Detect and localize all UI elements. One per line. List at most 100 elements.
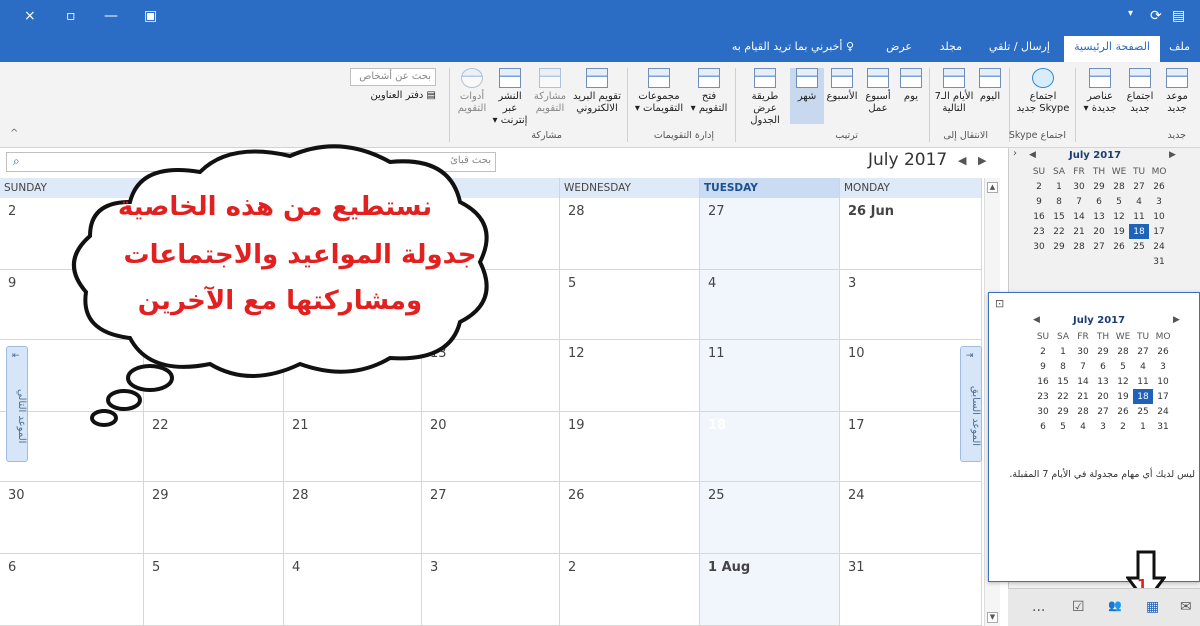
day-cell[interactable]: 24 [840, 482, 982, 554]
mini-day[interactable]: 29 [1053, 404, 1073, 419]
mini-day[interactable]: 13 [1093, 374, 1113, 389]
mini-day[interactable]: 16 [1033, 374, 1053, 389]
mini-day[interactable]: 24 [1153, 404, 1173, 419]
day-cell[interactable]: 4 [700, 270, 840, 340]
month-button[interactable]: شهر [790, 68, 824, 124]
mini-day[interactable]: 2 [1029, 179, 1049, 194]
new-appointment-button[interactable]: موعد جديد [1160, 68, 1194, 115]
day-cell[interactable]: 18 [700, 412, 840, 482]
day-cell[interactable]: 28 [560, 198, 700, 270]
collapse-ribbon-icon[interactable]: ^ [10, 128, 18, 139]
mini-next-icon[interactable]: ▶ [1169, 150, 1176, 160]
mini-prev-icon[interactable]: ◀ [1029, 150, 1036, 160]
day-cell[interactable]: 29 [144, 482, 284, 554]
mini-day[interactable]: 29 [1089, 179, 1109, 194]
mini-day[interactable]: 30 [1069, 179, 1089, 194]
scroll-down-icon[interactable]: ▼ [987, 612, 998, 623]
mini-day[interactable]: 28 [1069, 239, 1089, 254]
mini-day[interactable]: 29 [1093, 344, 1113, 359]
mini-day[interactable]: 4 [1133, 359, 1153, 374]
day-cell[interactable]: 19 [560, 412, 700, 482]
mini-day[interactable]: 23 [1029, 224, 1049, 239]
day-cell[interactable]: 28 [284, 482, 422, 554]
mini-day[interactable]: 3 [1149, 194, 1169, 209]
mini-day[interactable]: 12 [1113, 374, 1133, 389]
mini-day[interactable]: 25 [1129, 239, 1149, 254]
mini-day[interactable]: 2 [1033, 344, 1053, 359]
mini-day[interactable]: 5 [1113, 359, 1133, 374]
tab-send-receive[interactable]: إرسال / تلقي [989, 40, 1050, 53]
tab-view[interactable]: عرض [886, 40, 912, 53]
day-cell[interactable]: 27 [422, 482, 560, 554]
mini-day[interactable]: 23 [1033, 389, 1053, 404]
day-cell[interactable]: 5 [560, 270, 700, 340]
mini-day[interactable]: 17 [1149, 224, 1169, 239]
mini-day[interactable]: 12 [1109, 209, 1129, 224]
address-book-button[interactable]: ▤ دفتر العناوين [370, 90, 436, 101]
mini-day[interactable]: 10 [1149, 209, 1169, 224]
tab-file[interactable]: ملف [1169, 40, 1190, 53]
day-view-button[interactable]: يوم [896, 68, 926, 103]
previous-appointment-tab[interactable]: ⇥ الموعد السابق [960, 346, 982, 462]
new-skype-meeting-button[interactable]: اجتماع Skype جديد [1014, 68, 1072, 115]
mini-day[interactable]: 5 [1109, 194, 1129, 209]
calendar-icon[interactable]: ▦ [1146, 599, 1159, 615]
mini-day[interactable]: 11 [1133, 374, 1153, 389]
email-calendar-button[interactable]: تقويم البريد الالكتروني [570, 68, 624, 115]
mini-day[interactable]: 15 [1049, 209, 1069, 224]
day-cell[interactable]: 11 [700, 340, 840, 412]
mini-day[interactable]: 13 [1089, 209, 1109, 224]
mini-day[interactable]: 28 [1113, 344, 1133, 359]
mini-day[interactable]: 30 [1073, 344, 1093, 359]
schedule-view-button[interactable]: طريقة عرض الجدول [740, 68, 790, 127]
mini-day[interactable]: 18 [1133, 389, 1153, 404]
day-cell[interactable]: 25 [700, 482, 840, 554]
mini-day[interactable]: 26 [1109, 239, 1129, 254]
mini-day[interactable]: 1 [1133, 419, 1153, 434]
quick-access-icon[interactable]: ▾ [1128, 8, 1133, 19]
mini-day[interactable]: 25 [1133, 404, 1153, 419]
calendar-groups-button[interactable]: مجموعات التقويمات ▾ [632, 68, 686, 115]
mini-day[interactable]: 9 [1033, 359, 1053, 374]
mini-day[interactable]: 1 [1049, 179, 1069, 194]
next-7-days-button[interactable]: الأيام الـ7 التالية [934, 68, 974, 115]
day-cell[interactable]: 3 [422, 554, 560, 626]
prev-month-icon[interactable]: ◀ [958, 154, 966, 167]
expand-pane-icon[interactable]: › [1013, 148, 1017, 159]
mini-day[interactable]: 30 [1029, 239, 1049, 254]
mini-day[interactable]: 14 [1073, 374, 1093, 389]
restore-icon[interactable]: ▫ [66, 8, 76, 24]
next-appointment-tab[interactable]: ⇤ الموعد التالي [6, 346, 28, 462]
tell-me-search[interactable]: ♀ أخبرني بما تريد القيام به [732, 40, 854, 53]
mini-day[interactable]: 28 [1073, 404, 1093, 419]
mini-day[interactable]: 19 [1113, 389, 1133, 404]
mini-day[interactable]: 8 [1049, 194, 1069, 209]
close-icon[interactable]: × [24, 8, 36, 24]
mini-day[interactable]: 26 [1113, 404, 1133, 419]
mini-day[interactable]: 4 [1129, 194, 1149, 209]
mini-day[interactable]: 14 [1069, 209, 1089, 224]
mini-day[interactable]: 6 [1093, 359, 1113, 374]
mini-day[interactable]: 10 [1153, 374, 1173, 389]
mini-day[interactable]: 27 [1133, 344, 1153, 359]
calendar-tools-button[interactable]: أدوات التقويم [454, 68, 490, 115]
mini-day[interactable]: 20 [1093, 389, 1113, 404]
mini-day[interactable]: 21 [1069, 224, 1089, 239]
mini-day[interactable]: 19 [1109, 224, 1129, 239]
new-meeting-button[interactable]: اجتماع جديد [1120, 68, 1160, 115]
mini-day[interactable]: 22 [1053, 389, 1073, 404]
day-cell[interactable]: 26 Jun [840, 198, 982, 270]
mini-day[interactable]: 21 [1073, 389, 1093, 404]
day-cell[interactable]: 31 [840, 554, 982, 626]
mini-day[interactable]: 27 [1093, 404, 1113, 419]
tasks-icon[interactable]: ☑ [1072, 599, 1085, 615]
mini-day[interactable]: 11 [1129, 209, 1149, 224]
ribbon-display-icon[interactable]: ▣ [144, 8, 157, 24]
mini-day[interactable]: 9 [1029, 194, 1049, 209]
mini-day[interactable]: 28 [1109, 179, 1129, 194]
tab-folder[interactable]: مجلد [940, 40, 962, 53]
day-cell[interactable]: 30 [0, 482, 144, 554]
mini-day[interactable]: 3 [1153, 359, 1173, 374]
more-icon[interactable]: ... [1032, 599, 1045, 615]
mini-day[interactable]: 20 [1089, 224, 1109, 239]
